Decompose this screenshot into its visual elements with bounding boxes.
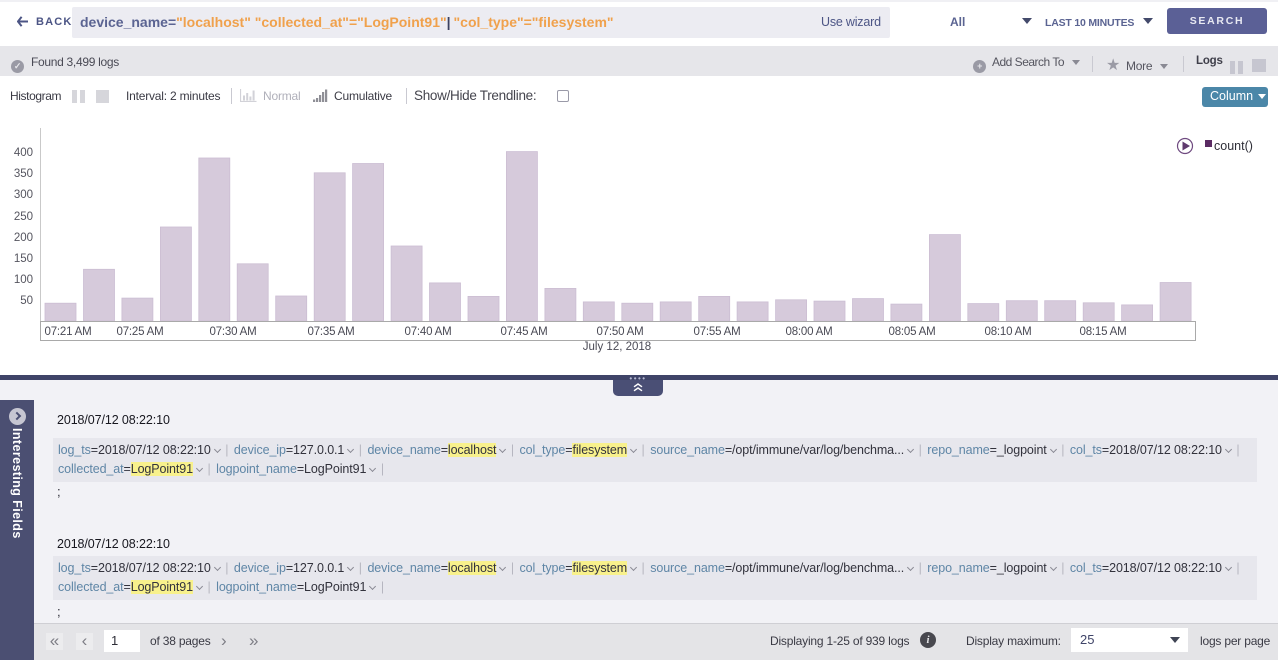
svg-text:08:05 AM: 08:05 AM	[889, 326, 936, 338]
svg-text:07:55 AM: 07:55 AM	[694, 326, 741, 338]
svg-text:07:21 AM: 07:21 AM	[45, 326, 92, 338]
svg-text:250: 250	[14, 211, 33, 223]
svg-text:400: 400	[14, 147, 33, 159]
svg-text:July 12, 2018: July 12, 2018	[583, 341, 651, 353]
svg-text:150: 150	[14, 253, 33, 265]
svg-text:100: 100	[14, 274, 33, 286]
svg-text:350: 350	[14, 168, 33, 180]
svg-text:08:00 AM: 08:00 AM	[786, 326, 833, 338]
svg-text:50: 50	[20, 295, 33, 307]
svg-text:08:15 AM: 08:15 AM	[1080, 326, 1127, 338]
svg-text:200: 200	[14, 232, 33, 244]
svg-text:07:25 AM: 07:25 AM	[117, 326, 164, 338]
svg-text:07:50 AM: 07:50 AM	[597, 326, 644, 338]
svg-text:07:40 AM: 07:40 AM	[405, 326, 452, 338]
svg-text:300: 300	[14, 189, 33, 201]
svg-text:07:30 AM: 07:30 AM	[210, 326, 257, 338]
svg-text:count(): count()	[1214, 139, 1253, 153]
svg-text:07:45 AM: 07:45 AM	[501, 326, 548, 338]
svg-text:08:10 AM: 08:10 AM	[985, 326, 1032, 338]
svg-text:07:35 AM: 07:35 AM	[308, 326, 355, 338]
